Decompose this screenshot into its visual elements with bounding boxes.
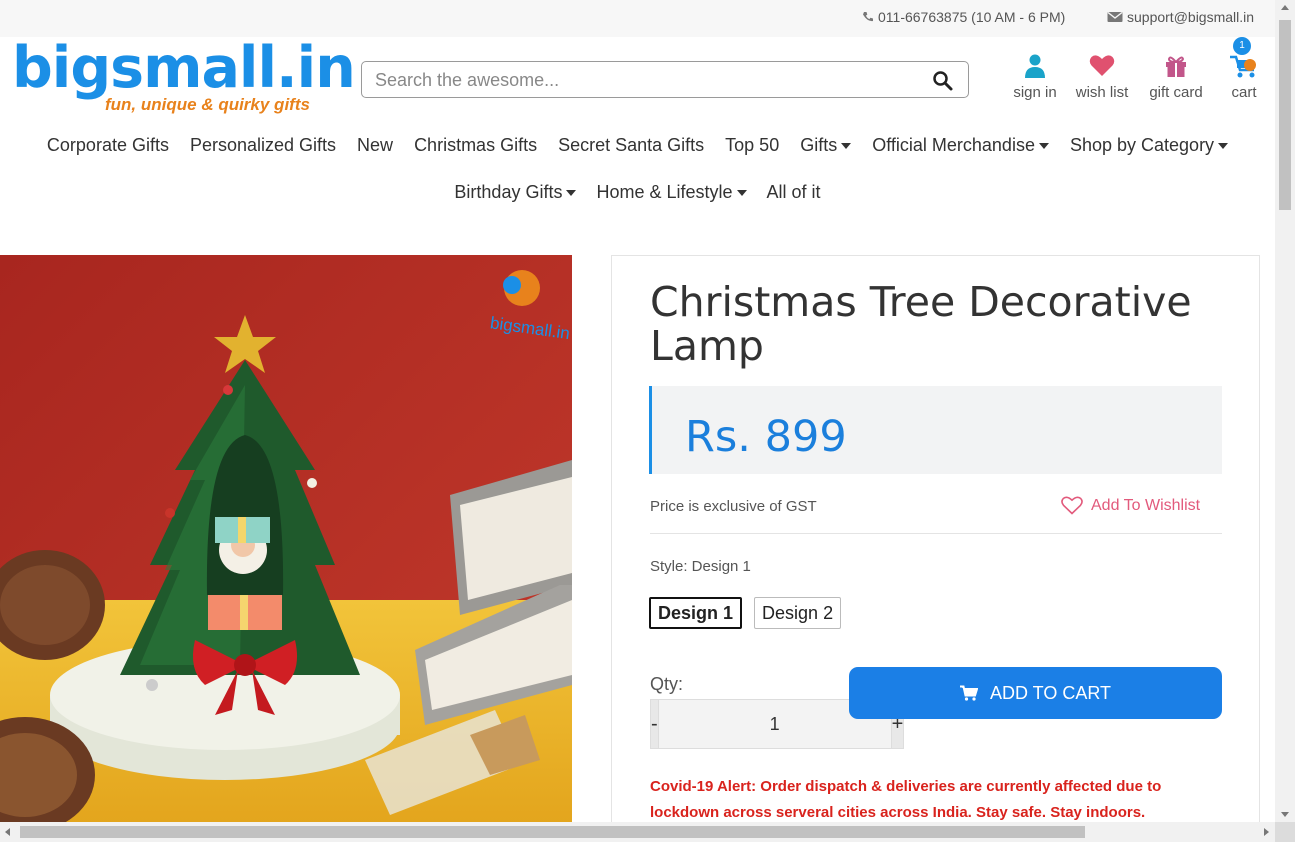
nav-gifts-label: Gifts [800, 135, 838, 155]
horizontal-scroll-thumb[interactable] [20, 826, 1085, 838]
nav-official-merchandise-dropdown[interactable]: Official Merchandise [872, 135, 1049, 156]
top-bar: 011-66763875 (10 AM - 6 PM) support@bigs… [0, 0, 1275, 37]
sign-in-link[interactable]: sign in [1013, 52, 1057, 101]
add-to-wishlist-label: Add To Wishlist [1091, 496, 1201, 514]
sign-in-label: sign in [1013, 84, 1057, 101]
qty-decrease-button[interactable]: - [650, 699, 659, 749]
style-options: Design 1 Design 2 [649, 597, 842, 629]
nav-shop-by-category-label: Shop by Category [1069, 135, 1215, 155]
vertical-scrollbar[interactable] [1275, 0, 1295, 822]
logo-tagline: fun, unique & quirky gifts [105, 95, 310, 114]
vertical-scroll-thumb[interactable] [1279, 20, 1291, 210]
scrollbar-corner [1275, 822, 1295, 842]
wish-list-link[interactable]: wish list [1074, 52, 1130, 101]
gift-card-label: gift card [1149, 84, 1203, 101]
caret-down-icon [1218, 142, 1229, 149]
main-nav-row-2: Birthday Gifts Home & Lifestyle All of i… [0, 182, 1275, 203]
cart-icon [1225, 52, 1263, 80]
qty-label: Qty: [650, 674, 684, 694]
cart-count-badge: 1 [1233, 37, 1251, 55]
product-image[interactable]: bigsmall.in [0, 255, 572, 823]
covid-alert: Covid-19 Alert: Order dispatch & deliver… [650, 778, 1162, 821]
gift-card-link[interactable]: gift card [1147, 52, 1205, 101]
style-option-design-2[interactable]: Design 2 [754, 597, 842, 629]
phone-text: 011-66763875 (10 AM - 6 PM) [878, 9, 1066, 25]
product-details-panel: Christmas Tree Decorative Lamp Rs. 899 P… [611, 255, 1260, 835]
cart-icon [959, 685, 978, 701]
scroll-left-arrow-icon[interactable] [5, 828, 10, 836]
gst-note: Price is exclusive of GST [650, 498, 817, 515]
logo-brand: bigsmall.in [12, 35, 356, 101]
nav-home-lifestyle-label: Home & Lifestyle [596, 182, 733, 202]
scroll-right-arrow-icon[interactable] [1264, 828, 1269, 836]
cart-label: cart [1231, 84, 1257, 101]
nav-birthday-gifts-label: Birthday Gifts [454, 182, 563, 202]
envelope-icon [1107, 11, 1123, 22]
nav-christmas-gifts[interactable]: Christmas Gifts [414, 135, 537, 156]
style-option-design-1[interactable]: Design 1 [649, 597, 743, 629]
add-to-wishlist-button[interactable]: Add To Wishlist [1061, 496, 1200, 515]
add-to-cart-label: ADD TO CART [989, 682, 1112, 703]
support-phone[interactable]: 011-66763875 (10 AM - 6 PM) [862, 9, 1065, 25]
gift-icon [1147, 52, 1205, 80]
heart-icon [1074, 52, 1130, 80]
nav-top-50[interactable]: Top 50 [725, 135, 779, 156]
site-logo[interactable]: bigsmall.in fun, unique & quirky gifts [12, 35, 356, 118]
nav-personalized-gifts[interactable]: Personalized Gifts [190, 135, 336, 156]
caret-down-icon [566, 189, 577, 196]
horizontal-scrollbar[interactable] [0, 822, 1275, 842]
user-icon [1013, 52, 1057, 80]
phone-icon [863, 12, 873, 22]
caret-down-icon [841, 142, 852, 149]
nav-secret-santa-gifts[interactable]: Secret Santa Gifts [558, 135, 704, 156]
cart-link[interactable]: 1 cart [1225, 37, 1263, 101]
nav-corporate-gifts[interactable]: Corporate Gifts [47, 135, 169, 156]
product-title: Christmas Tree Decorative Lamp [650, 278, 1192, 370]
caret-down-icon [1038, 142, 1049, 149]
nav-new[interactable]: New [357, 135, 393, 156]
email-text: support@bigsmall.in [1127, 9, 1255, 25]
search-bar [361, 61, 969, 98]
style-label: Style: Design 1 [650, 558, 751, 575]
main-nav-row-1: Corporate Gifts Personalized Gifts New C… [0, 135, 1275, 156]
wish-list-label: wish list [1075, 84, 1129, 101]
caret-down-icon [736, 189, 747, 196]
nav-home-lifestyle-dropdown[interactable]: Home & Lifestyle [596, 182, 747, 203]
nav-gifts-dropdown[interactable]: Gifts [800, 135, 852, 156]
support-email[interactable]: support@bigsmall.in [1107, 9, 1254, 25]
nav-shop-by-category-dropdown[interactable]: Shop by Category [1069, 135, 1229, 156]
divider [650, 533, 1222, 534]
scroll-up-arrow-icon[interactable] [1281, 5, 1289, 10]
nav-official-merchandise-label: Official Merchandise [872, 135, 1035, 155]
heart-outline-icon [1061, 496, 1083, 515]
quantity-stepper: - + [650, 699, 905, 749]
nav-birthday-gifts-dropdown[interactable]: Birthday Gifts [454, 182, 577, 203]
nav-all-of-it[interactable]: All of it [767, 182, 821, 203]
add-to-cart-button[interactable]: ADD TO CART [849, 667, 1222, 719]
scroll-down-arrow-icon[interactable] [1281, 812, 1289, 817]
price-box: Rs. 899 [649, 386, 1222, 474]
product-price: Rs. 899 [685, 412, 847, 462]
search-icon[interactable] [932, 70, 954, 92]
search-input[interactable] [375, 68, 915, 92]
